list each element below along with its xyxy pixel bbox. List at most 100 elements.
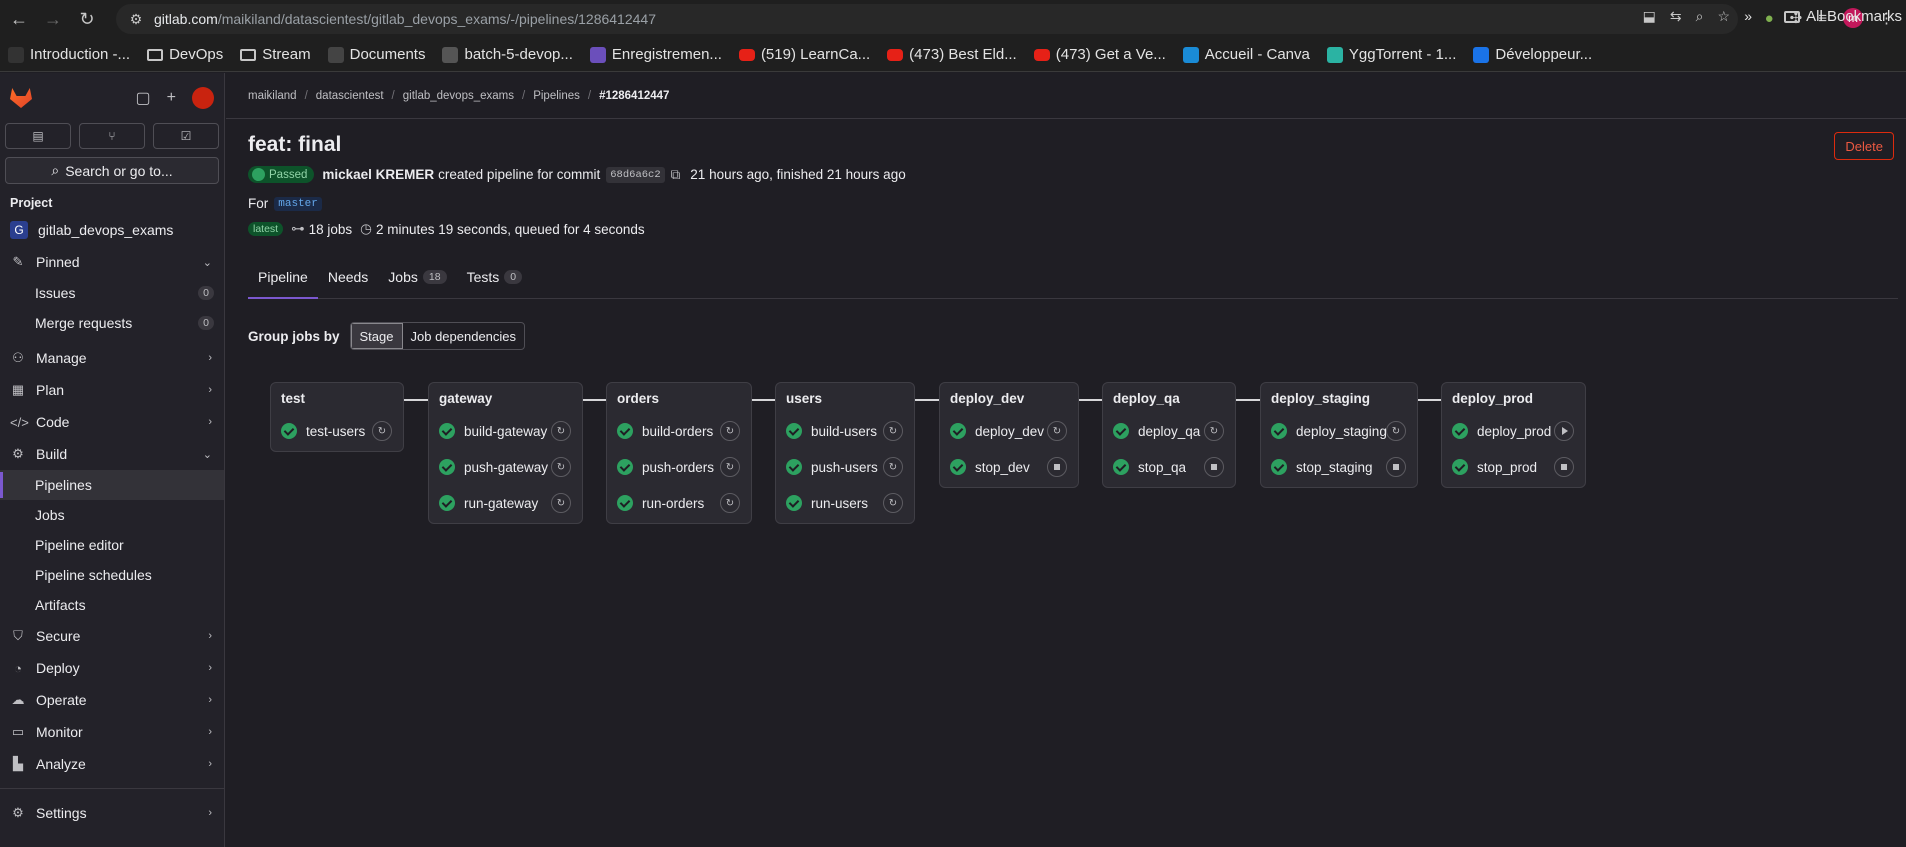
issues-shortcut-icon[interactable]: ▤ xyxy=(5,123,71,149)
retry-job-icon[interactable]: ↻ xyxy=(1204,421,1224,441)
group-by-dependencies-button[interactable]: Job dependencies xyxy=(403,323,525,349)
bookmark-item[interactable]: (519) LearnCa... xyxy=(738,46,870,63)
retry-job-icon[interactable]: ↻ xyxy=(883,421,903,441)
sidebar-item-jobs[interactable]: Jobs xyxy=(0,500,224,530)
job-build-gateway[interactable]: build-gateway ↻ xyxy=(434,415,577,447)
extension-frog-icon[interactable]: ● xyxy=(1765,10,1774,27)
bookmark-item[interactable]: (473) Best Eld... xyxy=(887,46,1017,63)
retry-job-icon[interactable]: ↻ xyxy=(551,421,571,441)
tab-jobs[interactable]: Jobs 18 xyxy=(378,269,456,298)
retry-job-icon[interactable]: ↻ xyxy=(551,457,571,477)
sidebar-item-pipeline-schedules[interactable]: Pipeline schedules xyxy=(0,560,224,590)
job-stop-prod[interactable]: stop_prod xyxy=(1447,451,1580,483)
sidebar-item-build[interactable]: ⚙ Build ⌄ xyxy=(0,438,224,470)
status-badge[interactable]: Passed xyxy=(248,166,315,183)
job-deploy-staging[interactable]: deploy_staging ↻ xyxy=(1266,415,1412,447)
sidebar-item-pipelines[interactable]: Pipelines xyxy=(0,470,224,500)
retry-job-icon[interactable]: ↻ xyxy=(1047,421,1067,441)
retry-job-icon[interactable]: ↻ xyxy=(720,457,740,477)
author-link[interactable]: mickael KREMER xyxy=(322,167,434,182)
sidebar-item-code[interactable]: </> Code › xyxy=(0,406,224,438)
retry-job-icon[interactable]: ↻ xyxy=(720,421,740,441)
stop-job-icon[interactable] xyxy=(1204,457,1224,477)
forward-icon[interactable]: → xyxy=(38,4,68,34)
job-deploy-dev[interactable]: deploy_dev ↻ xyxy=(945,415,1073,447)
retry-job-icon[interactable]: ↻ xyxy=(883,493,903,513)
job-deploy-prod[interactable]: deploy_prod xyxy=(1447,415,1580,447)
job-run-users[interactable]: run-users ↻ xyxy=(781,487,909,519)
bookmark-item[interactable]: DevOps xyxy=(147,46,223,63)
bookmark-item[interactable]: (473) Get a Ve... xyxy=(1033,46,1166,63)
bookmarks-overflow-icon[interactable]: » xyxy=(1744,8,1752,24)
job-stop-staging[interactable]: stop_staging xyxy=(1266,451,1412,483)
stop-job-icon[interactable] xyxy=(1047,457,1067,477)
bookmark-item[interactable]: Documents xyxy=(327,46,425,63)
copy-icon[interactable]: ⧉ xyxy=(671,167,681,183)
site-info-icon[interactable]: ⚙ xyxy=(124,11,148,28)
retry-job-icon[interactable]: ↻ xyxy=(372,421,392,441)
job-run-orders[interactable]: run-orders ↻ xyxy=(612,487,746,519)
retry-job-icon[interactable]: ↻ xyxy=(1386,421,1406,441)
bookmark-item[interactable]: Stream xyxy=(240,46,311,63)
create-new-icon[interactable]: + xyxy=(167,89,176,107)
retry-job-icon[interactable]: ↻ xyxy=(551,493,571,513)
install-icon[interactable]: ⬓ xyxy=(1643,8,1656,25)
breadcrumb-item[interactable]: maikiland xyxy=(248,90,297,102)
bookmark-item[interactable]: YggTorrent - 1... xyxy=(1326,46,1456,63)
collapse-sidebar-icon[interactable]: ▢ xyxy=(136,88,151,108)
star-icon[interactable]: ☆ xyxy=(1717,8,1730,25)
branch-link[interactable]: master xyxy=(274,196,322,211)
bookmark-item[interactable]: Accueil - Canva xyxy=(1182,46,1310,63)
bookmark-item[interactable]: Développeur... xyxy=(1473,46,1592,63)
project-link[interactable]: Ggitlab_devops_exams xyxy=(0,214,224,246)
gitlab-logo-icon[interactable] xyxy=(10,88,32,108)
zoom-icon[interactable]: ⌕ xyxy=(1696,8,1704,25)
sidebar-item-monitor[interactable]: ▭ Monitor › xyxy=(0,716,224,748)
stop-job-icon[interactable] xyxy=(1386,457,1406,477)
job-build-orders[interactable]: build-orders ↻ xyxy=(612,415,746,447)
bookmark-item[interactable]: Introduction -... xyxy=(8,46,130,63)
sidebar-item-merge-requests[interactable]: Merge requests 0 xyxy=(0,308,224,338)
sidebar-item-pipeline-editor[interactable]: Pipeline editor xyxy=(0,530,224,560)
job-stop-qa[interactable]: stop_qa xyxy=(1108,451,1230,483)
sidebar-item-secure[interactable]: ⛉ Secure › xyxy=(0,620,224,652)
bookmark-item[interactable]: batch-5-devop... xyxy=(442,46,573,63)
search-button[interactable]: ⌕ Search or go to... xyxy=(5,157,219,184)
breadcrumb-item[interactable]: Pipelines xyxy=(533,90,580,102)
commit-sha[interactable]: 68d6a6c2 xyxy=(606,166,665,183)
sidebar-item-settings[interactable]: ⚙ Settings › xyxy=(0,797,224,829)
job-push-orders[interactable]: push-orders ↻ xyxy=(612,451,746,483)
sidebar-item-manage[interactable]: ⚇ Manage › xyxy=(0,342,224,374)
tab-needs[interactable]: Needs xyxy=(318,269,378,298)
stop-job-icon[interactable] xyxy=(1554,457,1574,477)
sidebar-item-plan[interactable]: ▦ Plan › xyxy=(0,374,224,406)
retry-job-icon[interactable]: ↻ xyxy=(720,493,740,513)
back-icon[interactable]: ← xyxy=(4,4,34,34)
reload-icon[interactable]: ↻ xyxy=(72,4,102,34)
tab-tests[interactable]: Tests 0 xyxy=(457,269,533,298)
tab-pipeline[interactable]: Pipeline xyxy=(248,269,318,299)
todos-shortcut-icon[interactable]: ☑ xyxy=(153,123,219,149)
sidebar-item-artifacts[interactable]: Artifacts xyxy=(0,590,224,620)
breadcrumb-item[interactable]: gitlab_devops_exams xyxy=(403,90,514,102)
sidebar-item-issues[interactable]: Issues 0 xyxy=(0,278,224,308)
job-run-gateway[interactable]: run-gateway ↻ xyxy=(434,487,577,519)
job-push-gateway[interactable]: push-gateway ↻ xyxy=(434,451,577,483)
all-bookmarks-button[interactable]: All Bookmarks xyxy=(1784,8,1902,25)
delete-button[interactable]: Delete xyxy=(1834,132,1894,160)
translate-icon[interactable]: ⇆ xyxy=(1670,8,1682,25)
bookmark-item[interactable]: Enregistremen... xyxy=(589,46,722,63)
play-job-icon[interactable] xyxy=(1554,421,1574,441)
job-deploy-qa[interactable]: deploy_qa ↻ xyxy=(1108,415,1230,447)
job-push-users[interactable]: push-users ↻ xyxy=(781,451,909,483)
job-test-users[interactable]: test-users ↻ xyxy=(276,415,398,447)
retry-job-icon[interactable]: ↻ xyxy=(883,457,903,477)
merge-requests-shortcut-icon[interactable]: ⑂ xyxy=(79,123,145,149)
job-build-users[interactable]: build-users ↻ xyxy=(781,415,909,447)
job-stop-dev[interactable]: stop_dev xyxy=(945,451,1073,483)
pinned-toggle[interactable]: ✎ Pinned ⌄ xyxy=(0,246,224,278)
sidebar-item-operate[interactable]: ☁ Operate › xyxy=(0,684,224,716)
user-avatar[interactable] xyxy=(192,87,214,109)
sidebar-item-analyze[interactable]: ▙ Analyze › xyxy=(0,748,224,780)
breadcrumb-current[interactable]: #1286412447 xyxy=(599,90,669,102)
